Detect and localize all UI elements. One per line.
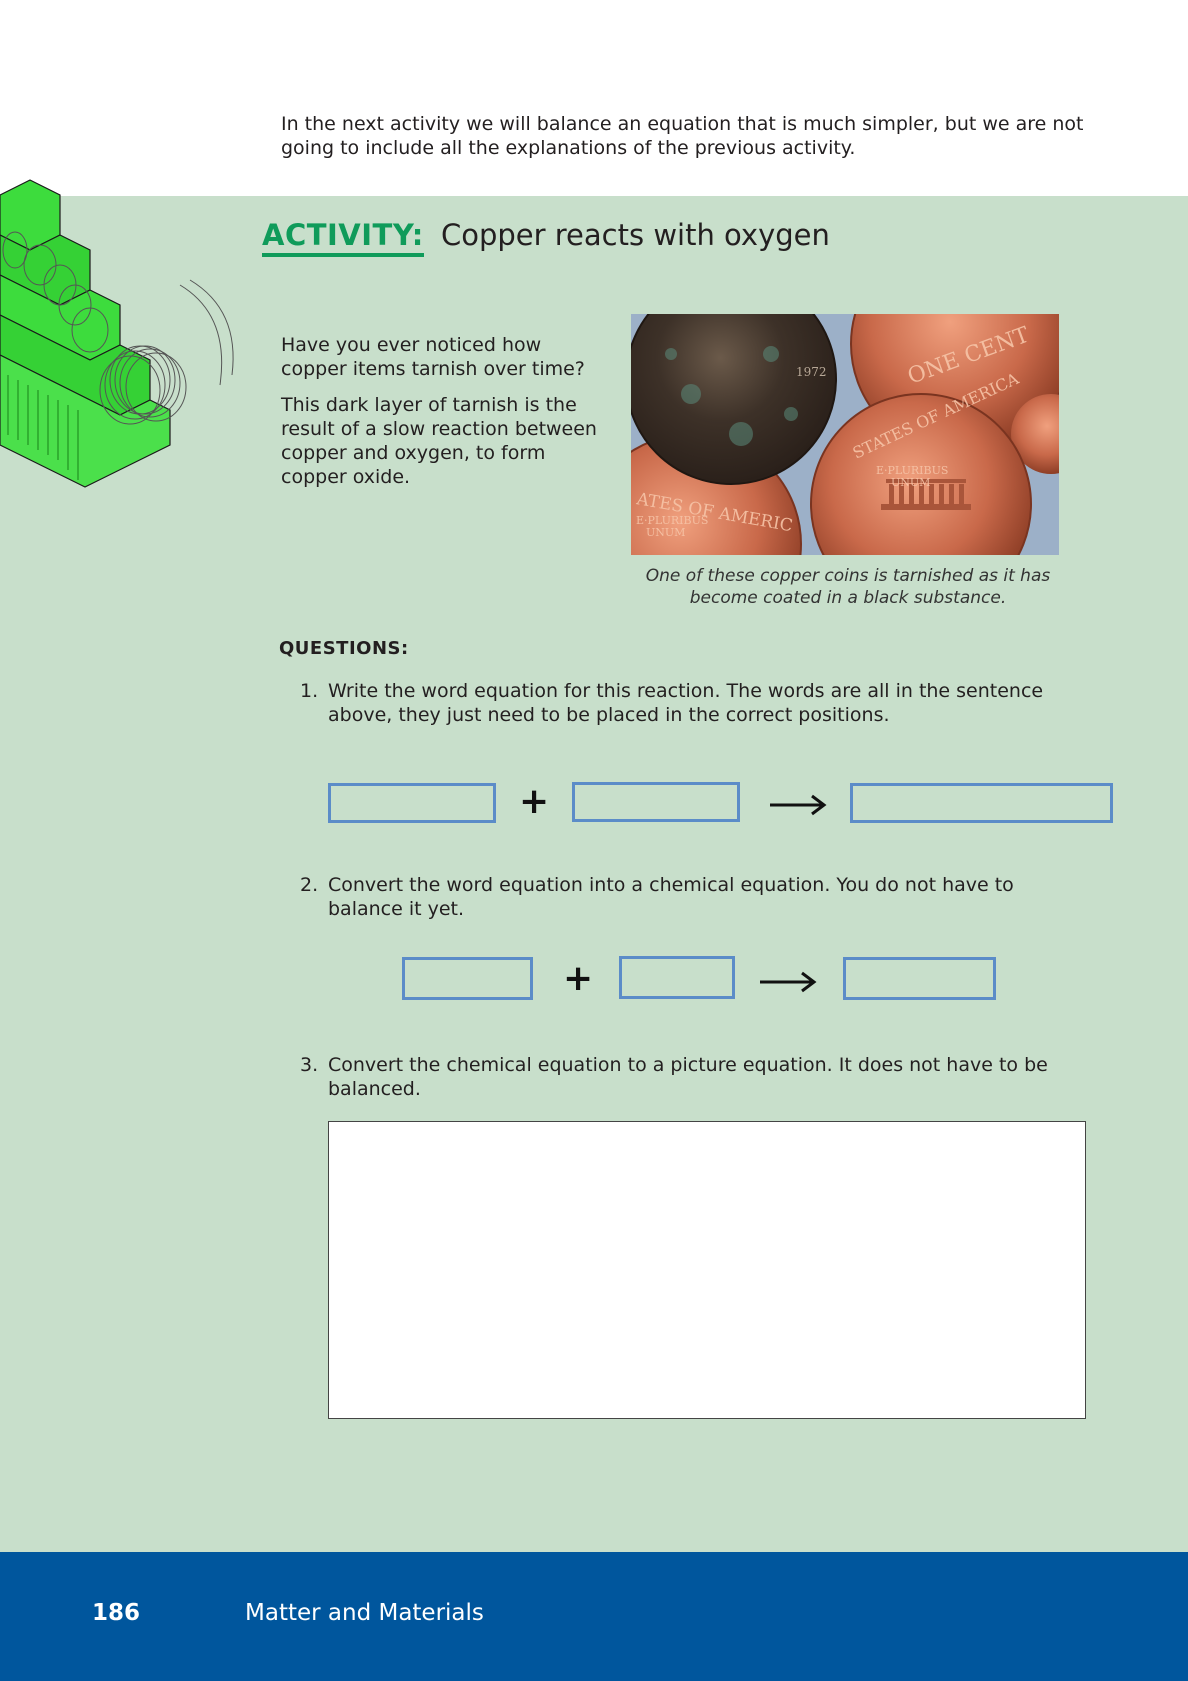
activity-title: Copper reacts with oxygen xyxy=(440,218,830,252)
plus-sign: + xyxy=(519,781,550,822)
chemical-product-box[interactable] xyxy=(843,957,996,1000)
questions-heading: QUESTIONS: xyxy=(279,638,409,659)
plus-sign: + xyxy=(563,958,594,999)
question-3: 3. Convert the chemical equation to a pi… xyxy=(300,1053,1090,1101)
question-1: 1. Write the word equation for this reac… xyxy=(300,679,1090,727)
question-2: 2. Convert the word equation into a chem… xyxy=(300,873,1090,921)
intro-paragraph: In the next activity we will balance an … xyxy=(281,113,1084,159)
word-reactant-2-box[interactable] xyxy=(572,782,740,822)
question-number: 1. xyxy=(300,680,319,702)
photo-caption: One of these copper coins is tarnished a… xyxy=(645,566,1051,608)
question-text: Convert the word equation into a chemica… xyxy=(328,874,1014,920)
book-title: Matter and Materials xyxy=(245,1600,484,1626)
question-number: 2. xyxy=(300,874,319,896)
reaction-arrow-icon xyxy=(770,794,827,816)
activity-heading: ACTIVITY: Copper reacts with oxygen xyxy=(262,218,830,257)
body-paragraph-2: This dark layer of tarnish is the result… xyxy=(281,394,597,488)
body-paragraph-1: Have you ever noticed how copper items t… xyxy=(281,334,585,380)
question-text: Write the word equation for this reactio… xyxy=(328,680,1044,726)
reaction-arrow-icon xyxy=(760,971,817,993)
page-footer xyxy=(0,1552,1188,1681)
activity-label: ACTIVITY: xyxy=(262,218,424,257)
chemical-reactant-1-box[interactable] xyxy=(402,957,533,1000)
svg-text:UNUM: UNUM xyxy=(646,526,685,539)
picture-equation-area[interactable] xyxy=(328,1121,1086,1419)
copper-coins-photo: ONE CENT STATES OF AMERICA E·PLURIBUS UN… xyxy=(631,314,1059,555)
word-reactant-1-box[interactable] xyxy=(328,783,496,823)
question-number: 3. xyxy=(300,1054,319,1076)
svg-text:UNUM: UNUM xyxy=(891,476,930,489)
chemical-reactant-2-box[interactable] xyxy=(619,956,735,999)
activity-body: Have you ever noticed how copper items t… xyxy=(281,333,611,501)
word-product-box[interactable] xyxy=(850,783,1113,823)
question-text: Convert the chemical equation to a pictu… xyxy=(328,1054,1048,1100)
page-number: 186 xyxy=(92,1600,141,1626)
stairs-slinky-illustration xyxy=(0,179,234,488)
svg-text:1972: 1972 xyxy=(796,365,827,379)
